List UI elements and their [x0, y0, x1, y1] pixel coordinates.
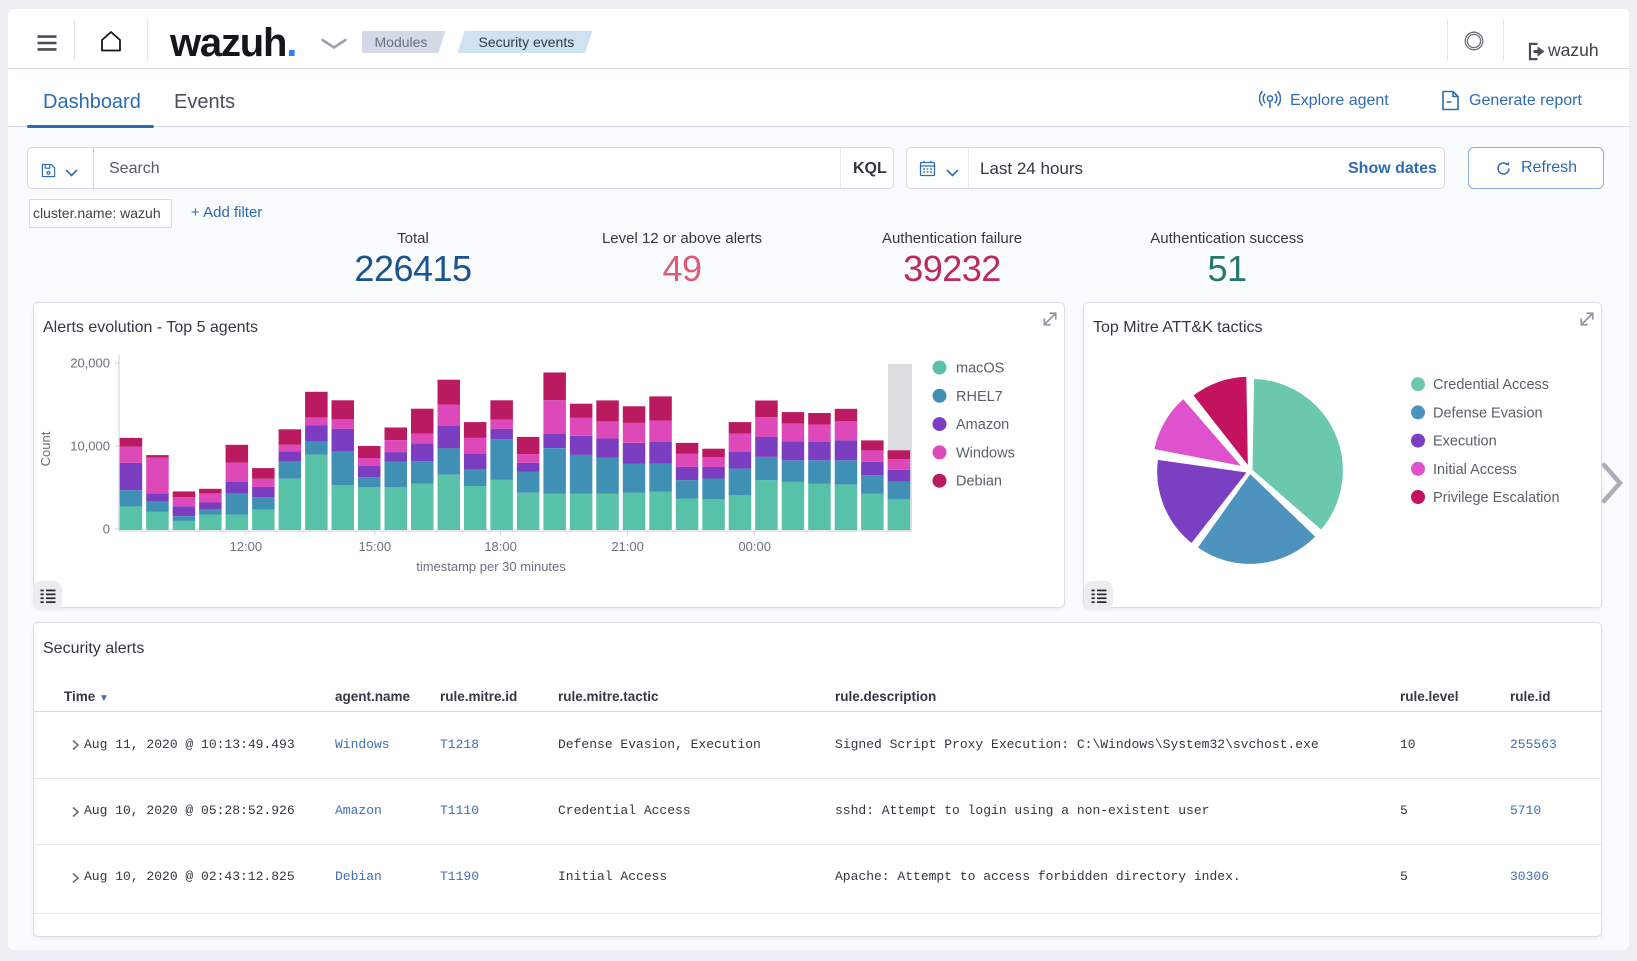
- svg-text:Debian: Debian: [956, 474, 1002, 490]
- svg-text:00:00: 00:00: [738, 539, 771, 554]
- svg-text:Privilege Escalation: Privilege Escalation: [1433, 490, 1560, 506]
- svg-text:Credential Access: Credential Access: [1433, 377, 1549, 393]
- svg-text:20,000: 20,000: [70, 356, 110, 371]
- svg-text:Count: Count: [38, 431, 53, 466]
- svg-text:12:00: 12:00: [230, 539, 263, 554]
- svg-text:Defense Evasion: Defense Evasion: [1433, 405, 1543, 421]
- svg-text:timestamp per 30 minutes: timestamp per 30 minutes: [416, 559, 566, 574]
- svg-text:macOS: macOS: [956, 361, 1004, 377]
- svg-text:Execution: Execution: [1433, 434, 1497, 450]
- svg-text:21:00: 21:00: [611, 539, 644, 554]
- svg-text:15:00: 15:00: [359, 539, 392, 554]
- svg-text:Initial Access: Initial Access: [1433, 462, 1517, 478]
- svg-text:0: 0: [103, 522, 110, 537]
- svg-text:Windows: Windows: [956, 445, 1015, 461]
- svg-text:18:00: 18:00: [484, 539, 517, 554]
- svg-text:Amazon: Amazon: [956, 417, 1009, 433]
- svg-text:RHEL7: RHEL7: [956, 389, 1003, 405]
- svg-text:10,000: 10,000: [70, 439, 110, 454]
